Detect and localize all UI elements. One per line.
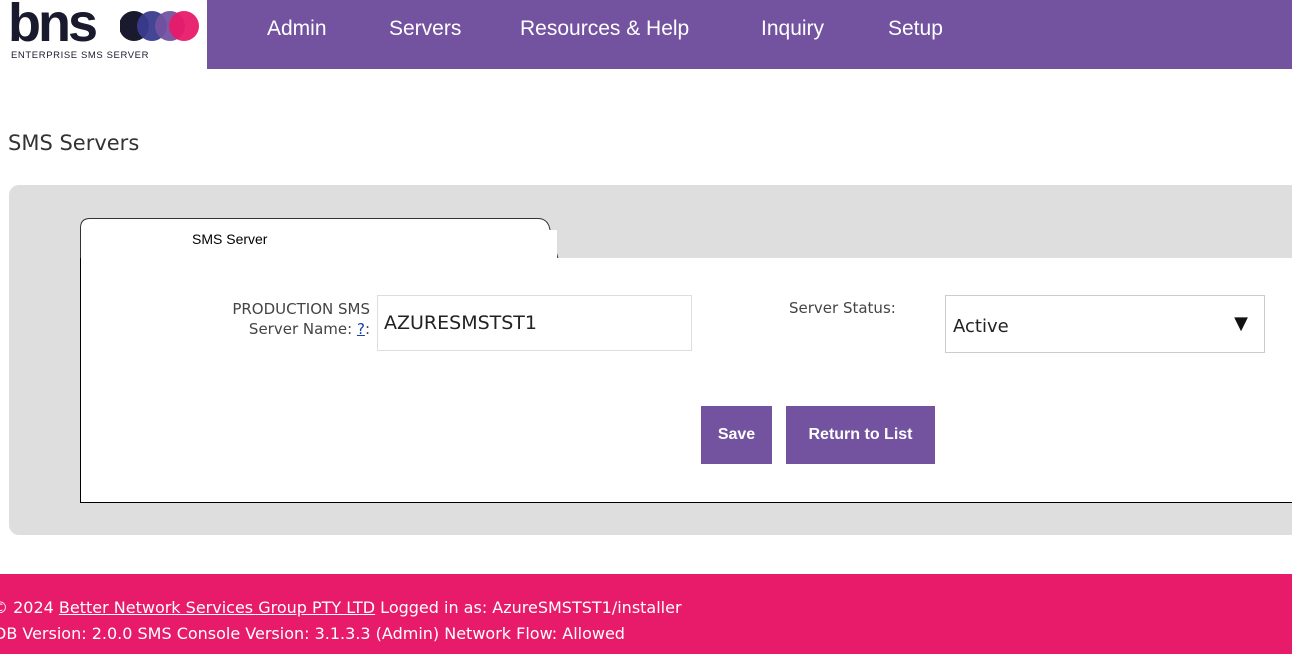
- server-status-select[interactable]: Active ▼: [945, 295, 1265, 353]
- nav-item-resources-help[interactable]: Resources & Help: [520, 17, 689, 41]
- server-name-input[interactable]: [377, 295, 692, 351]
- tab-sms-server[interactable]: SMS Server: [192, 231, 267, 247]
- return-to-list-button[interactable]: Return to List: [786, 406, 935, 464]
- logo-subtitle: ENTERPRISE SMS SERVER: [11, 50, 150, 61]
- help-suffix: :: [364, 320, 370, 338]
- server-name-label-line1: PRODUCTION SMS: [232, 300, 370, 318]
- logged-in-text: Logged in as: AzureSMSTST1/installer: [375, 598, 682, 617]
- nav-item-servers[interactable]: Servers: [389, 17, 461, 41]
- save-button[interactable]: Save: [701, 406, 772, 464]
- dropdown-arrow-icon: ▼: [1234, 313, 1248, 334]
- page-title: SMS Servers: [8, 131, 140, 155]
- help-link[interactable]: ?: [357, 320, 365, 338]
- footer: © 2024 Better Network Services Group PTY…: [0, 574, 1292, 654]
- logo-wordmark: bns: [8, 0, 98, 53]
- logo-dots-icon: [120, 11, 199, 41]
- bns-logo[interactable]: bns ENTERPRISE SMS SERVER: [0, 0, 207, 69]
- nav-item-inquiry[interactable]: Inquiry: [761, 17, 824, 41]
- nav-item-setup[interactable]: Setup: [888, 17, 943, 41]
- footer-version-line: DB Version: 2.0.0 SMS Console Version: 3…: [0, 624, 625, 643]
- server-name-label: PRODUCTION SMS Server Name: ?:: [150, 299, 370, 339]
- header: bns ENTERPRISE SMS SERVER Admin Servers …: [0, 0, 1292, 69]
- footer-line-1: © 2024 Better Network Services Group PTY…: [0, 598, 682, 617]
- server-name-label-line2: Server Name:: [248, 320, 357, 338]
- footer-copyright: © 2024: [0, 598, 54, 617]
- server-status-value: Active: [953, 316, 1009, 337]
- company-link[interactable]: Better Network Services Group PTY LTD: [59, 598, 375, 617]
- nav-item-admin[interactable]: Admin: [267, 17, 327, 41]
- server-status-label: Server Status:: [789, 299, 896, 317]
- main-nav: Admin Servers Resources & Help Inquiry S…: [207, 0, 1292, 69]
